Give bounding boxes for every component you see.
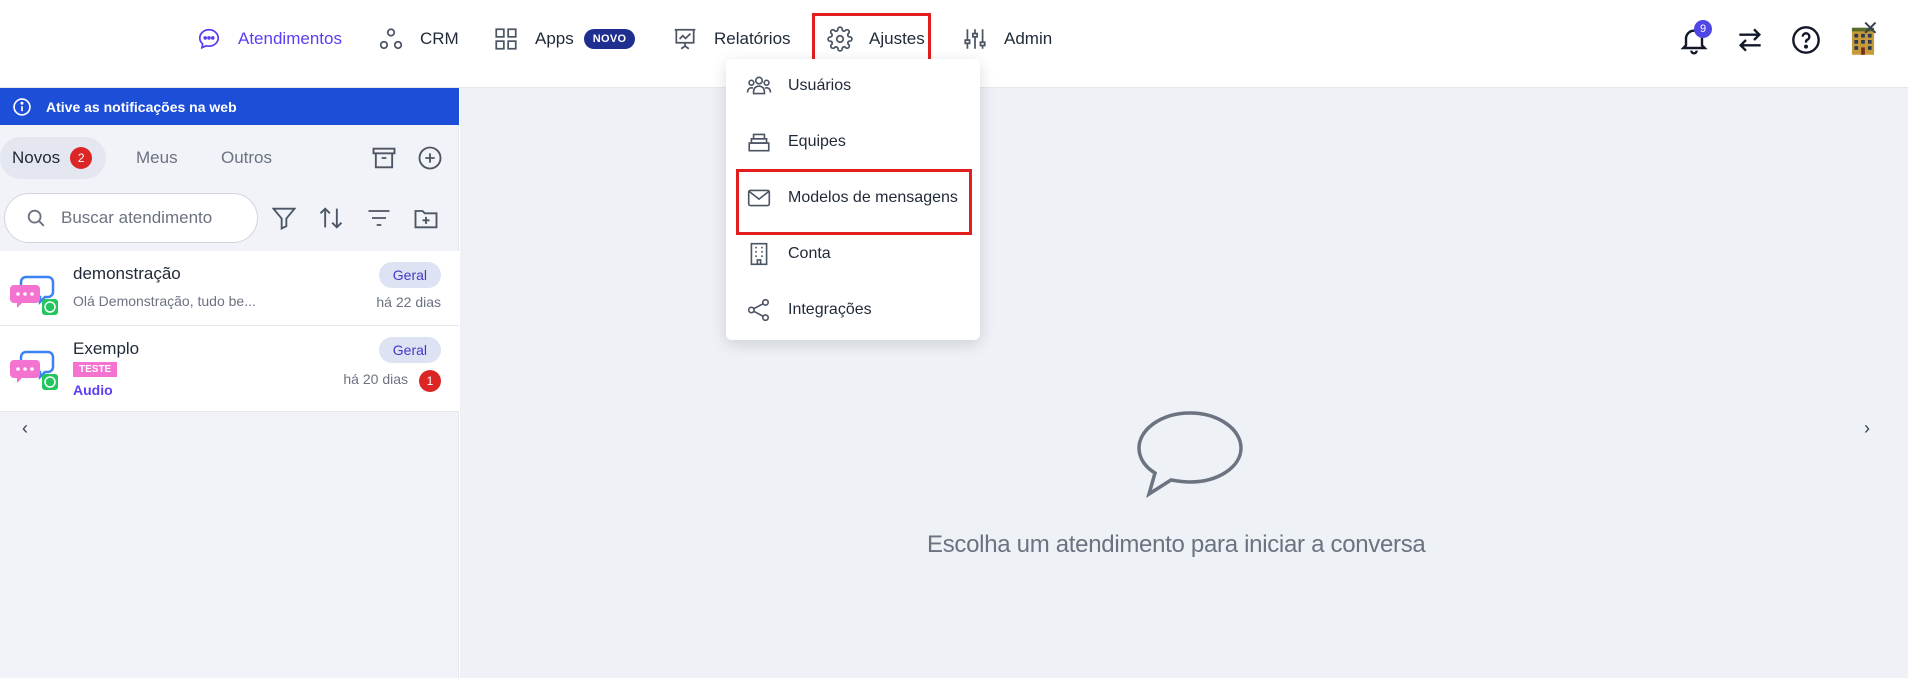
chat-bubble-icon <box>198 28 220 50</box>
speech-bubble-icon <box>1137 411 1243 498</box>
tab-novos-label: Novos <box>12 148 61 167</box>
nav-relatorios[interactable]: Relatórios <box>672 22 791 56</box>
ajustes-dropdown-menu: Usuários Equipes Modelos de mensagens Co… <box>726 59 980 340</box>
mail-icon <box>747 189 771 207</box>
switch-button[interactable] <box>1734 24 1766 56</box>
nav-apps[interactable]: Apps NOVO <box>493 22 636 56</box>
nav-relatorios-label: Relatórios <box>714 29 791 48</box>
conversation-name: Exemplo <box>73 339 140 358</box>
gear-icon <box>827 26 853 52</box>
filter-button[interactable] <box>270 204 298 232</box>
main-content: Escolha um atendimento para iniciar a co… <box>460 88 1908 678</box>
menu-item-modelos-de-mensagens[interactable]: Modelos de mensagens <box>726 175 980 221</box>
nav-crm-label: CRM <box>420 29 459 48</box>
tab-novos-count: 2 <box>70 147 93 169</box>
swap-arrows-icon <box>1738 28 1762 52</box>
menu-item-conta[interactable]: Conta <box>726 231 980 277</box>
menu-item-equipes[interactable]: Equipes <box>726 119 980 165</box>
sliders-icon <box>964 29 986 49</box>
plus-circle-icon <box>418 146 442 170</box>
new-conversation-button[interactable] <box>416 144 444 172</box>
search-input[interactable] <box>61 208 241 228</box>
banner-text: Ative as notificações na web <box>46 98 237 115</box>
menu-item-label: Equipes <box>788 133 846 150</box>
tab-meus[interactable]: Meus <box>136 137 178 179</box>
notifications-button[interactable]: 9 <box>1678 20 1712 56</box>
unread-count-badge: 1 <box>419 370 441 392</box>
nav-ajustes-label: Ajustes <box>869 29 925 48</box>
queue-tag: Geral <box>378 337 441 363</box>
funnel-icon <box>271 207 297 231</box>
teste-label-tag: TESTE <box>73 362 118 377</box>
nav-admin[interactable]: Admin <box>962 22 1052 56</box>
conversation-list: demonstração Olá Demonstração, tudo be..… <box>0 251 459 412</box>
tab-meus-label: Meus <box>136 148 178 167</box>
archive-button[interactable] <box>370 144 398 172</box>
conversation-tabs: Novos 2 Meus Outros <box>0 137 459 179</box>
list-filter-button[interactable] <box>365 204 393 232</box>
conversation-item[interactable]: demonstração Olá Demonstração, tudo be..… <box>0 251 459 326</box>
nav-atendimentos[interactable]: Atendimentos <box>196 22 342 56</box>
conversation-time: há 20 dias <box>343 371 408 387</box>
building-icon <box>750 242 768 266</box>
share-icon <box>747 298 770 322</box>
web-notifications-banner[interactable]: Ative as notificações na web <box>0 88 459 125</box>
tab-outros-label: Outros <box>221 148 273 167</box>
queue-tag: Geral <box>378 262 441 288</box>
close-button[interactable]: ✕ <box>1862 16 1879 41</box>
crm-icon <box>379 28 403 50</box>
archive-icon <box>372 147 396 169</box>
conversation-item[interactable]: Exemplo TESTE Audio Geral há 20 dias 1 <box>0 326 459 412</box>
tab-outros[interactable]: Outros <box>221 137 272 179</box>
conversation-time: há 22 dias <box>376 294 441 310</box>
novo-badge: NOVO <box>583 29 636 49</box>
layers-icon <box>748 133 770 152</box>
menu-item-label: Conta <box>788 245 831 262</box>
whatsapp-chat-avatar-icon <box>10 350 58 390</box>
folder-plus-icon <box>414 210 438 229</box>
nav-apps-label: Apps <box>535 29 574 48</box>
whatsapp-chat-avatar-icon <box>10 275 58 315</box>
conversation-preview: Audio <box>73 382 113 398</box>
new-folder-button[interactable] <box>412 204 440 232</box>
presentation-chart-icon <box>674 28 696 50</box>
nav-ajustes[interactable]: Ajustes <box>827 22 925 56</box>
conversation-name: demonstração <box>73 264 181 283</box>
sort-arrows-icon <box>319 207 343 229</box>
menu-item-label: Usuários <box>788 77 852 94</box>
next-page-chevron[interactable]: › <box>1864 418 1870 439</box>
tab-novos[interactable]: Novos 2 <box>0 137 107 179</box>
notification-count-badge: 9 <box>1694 20 1712 38</box>
sort-button[interactable] <box>317 204 345 232</box>
nav-atendimentos-label: Atendimentos <box>238 29 342 48</box>
nav-crm[interactable]: CRM <box>378 22 459 56</box>
empty-state-message: Escolha um atendimento para iniciar a co… <box>927 531 1426 558</box>
help-button[interactable] <box>1790 24 1822 56</box>
users-icon <box>746 76 772 95</box>
menu-item-label: Modelos de mensagens <box>788 189 958 206</box>
menu-item-integracoes[interactable]: Integrações <box>726 287 980 333</box>
nav-admin-label: Admin <box>1004 29 1053 48</box>
menu-item-label: Integrações <box>788 301 872 318</box>
help-circle-icon <box>1792 26 1820 54</box>
info-icon <box>13 97 31 116</box>
search-box <box>4 193 258 243</box>
search-icon <box>27 209 45 227</box>
menu-item-usuarios[interactable]: Usuários <box>726 63 980 109</box>
prev-page-chevron[interactable]: ‹ <box>22 418 28 439</box>
conversation-preview: Olá Demonstração, tudo be... <box>73 293 256 309</box>
grid-icon <box>495 28 517 50</box>
filter-lines-icon <box>368 210 390 226</box>
conversation-sidebar: Ative as notificações na web Novos 2 Meu… <box>0 88 459 678</box>
